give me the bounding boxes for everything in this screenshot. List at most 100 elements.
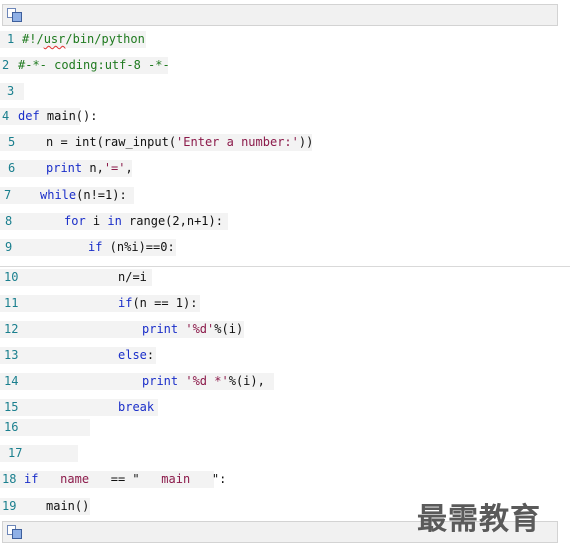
copy-icon-front-page [12, 12, 22, 22]
line-number: 13 [4, 348, 19, 362]
code-token: n/=i [118, 270, 147, 284]
line-number: 12 [4, 322, 19, 336]
code-line: 11 if(n == 1): [0, 295, 570, 312]
code-text: else: [118, 347, 154, 364]
code-token: range(2,n+1): [121, 214, 223, 228]
code-token: , [125, 161, 133, 175]
code-token: %(i) [214, 322, 244, 336]
code-token: 'Enter a number:' [176, 135, 299, 149]
code-token: if [118, 296, 133, 310]
code-token: def [18, 109, 40, 123]
code-token: '%d *' [185, 374, 229, 388]
code-token: else [118, 348, 147, 362]
code-token: ": [190, 472, 227, 486]
code-token: (n%i)==0: [102, 240, 175, 254]
code-text: def main(): [18, 108, 97, 125]
code-text: print '%d *'%(i), [142, 373, 265, 390]
code-token: usr [43, 32, 66, 46]
code-line: 14 print '%d *'%(i), [0, 373, 570, 390]
line-number: 7 [4, 188, 12, 202]
code-token: if [24, 472, 39, 486]
code-text: n = int(raw_input('Enter a number:')) [46, 134, 313, 151]
copy-icon[interactable] [7, 525, 23, 539]
code-token: %(i), [228, 374, 265, 388]
line-number: 8 [5, 214, 13, 228]
code-line: 5 n = int(raw_input('Enter a number:')) [0, 134, 570, 151]
line-number: 15 [4, 400, 19, 414]
line-number: 2 [2, 58, 10, 72]
separator [0, 266, 570, 267]
code-token: : [146, 348, 155, 362]
code-text: while(n!=1): [40, 187, 127, 204]
code-token: n = int(raw_input( [46, 135, 177, 149]
code-token: while [40, 188, 77, 202]
line-number: 6 [8, 161, 16, 175]
line-number: 17 [8, 446, 23, 460]
code-token: '%d' [185, 322, 215, 336]
code-line: 15 break [0, 399, 570, 416]
code-token: main() [46, 499, 90, 513]
code-token: == " [89, 472, 162, 486]
code-token: main [161, 472, 191, 486]
code-token: main(): [39, 109, 98, 123]
code-token: )) [298, 135, 314, 149]
code-token: /bin/python [65, 32, 145, 46]
line-number: 14 [4, 374, 19, 388]
code-token: break [118, 400, 155, 414]
code-text: n/=i [118, 269, 147, 286]
code-text: if name == " main ": [24, 471, 226, 488]
code-text: for i in range(2,n+1): [64, 213, 223, 230]
code-token: i [85, 214, 108, 228]
code-line: 8 for i in range(2,n+1): [0, 213, 570, 230]
code-line: 6 print n,'=', [0, 160, 570, 177]
code-token: (n == 1): [132, 296, 198, 310]
code-line: 3 [0, 83, 570, 100]
code-line: 12 print '%d'%(i) [0, 321, 570, 338]
code-text: #!/usr/bin/python [22, 31, 145, 48]
line-number: 1 [7, 32, 15, 46]
code-token: name [60, 472, 90, 486]
code-line: 16 [0, 419, 570, 436]
code-token: in [107, 214, 122, 228]
code-token: (n!=1): [76, 188, 127, 202]
code-line: 13 else: [0, 347, 570, 364]
line-number: 9 [5, 240, 13, 254]
code-panel: 1 #!/usr/bin/python 2 #-*- coding:utf-8 -*-… [0, 27, 570, 521]
code-line: 2 #-*- coding:utf-8 -*- [0, 57, 570, 74]
code-text: main() [46, 498, 89, 515]
code-line: 10 n/=i [0, 269, 570, 286]
code-token: for [64, 214, 86, 228]
code-line: 17 [0, 445, 570, 462]
code-line: 9 if (n%i)==0: [0, 239, 570, 256]
code-token: #!/ [22, 32, 44, 46]
line-number: 11 [4, 296, 19, 310]
line-number: 10 [4, 270, 19, 284]
code-toolbar-top [2, 4, 558, 26]
code-token: n, [82, 161, 104, 175]
code-text: if (n%i)==0: [88, 239, 175, 256]
code-text: #-*- coding:utf-8 -*- [18, 57, 170, 74]
watermark: 最需教育 [417, 502, 541, 537]
code-token: print [46, 161, 83, 175]
code-text: print '%d'%(i) [142, 321, 243, 338]
code-line: 7 while(n!=1): [0, 187, 570, 204]
line-number: 3 [7, 84, 15, 98]
line-number: 18 [2, 472, 17, 486]
code-text: print n,'=', [46, 160, 133, 177]
code-text: if(n == 1): [118, 295, 197, 312]
line-number: 16 [4, 420, 19, 434]
copy-icon[interactable] [7, 8, 23, 22]
code-text: break [118, 399, 154, 416]
line-number: 5 [8, 135, 16, 149]
code-token: print [142, 374, 179, 388]
code-token: if [88, 240, 103, 254]
code-token: #-*- coding:utf-8 -*- [18, 58, 170, 72]
code-token: '=' [103, 161, 126, 175]
code-token: print [142, 322, 179, 336]
line-number: 19 [2, 499, 17, 513]
code-line: 18 if name == " main ": [0, 471, 570, 488]
copy-icon-front-page [12, 529, 22, 539]
code-line: 4 def main(): [0, 108, 570, 125]
code-line: 1 #!/usr/bin/python [0, 31, 570, 48]
